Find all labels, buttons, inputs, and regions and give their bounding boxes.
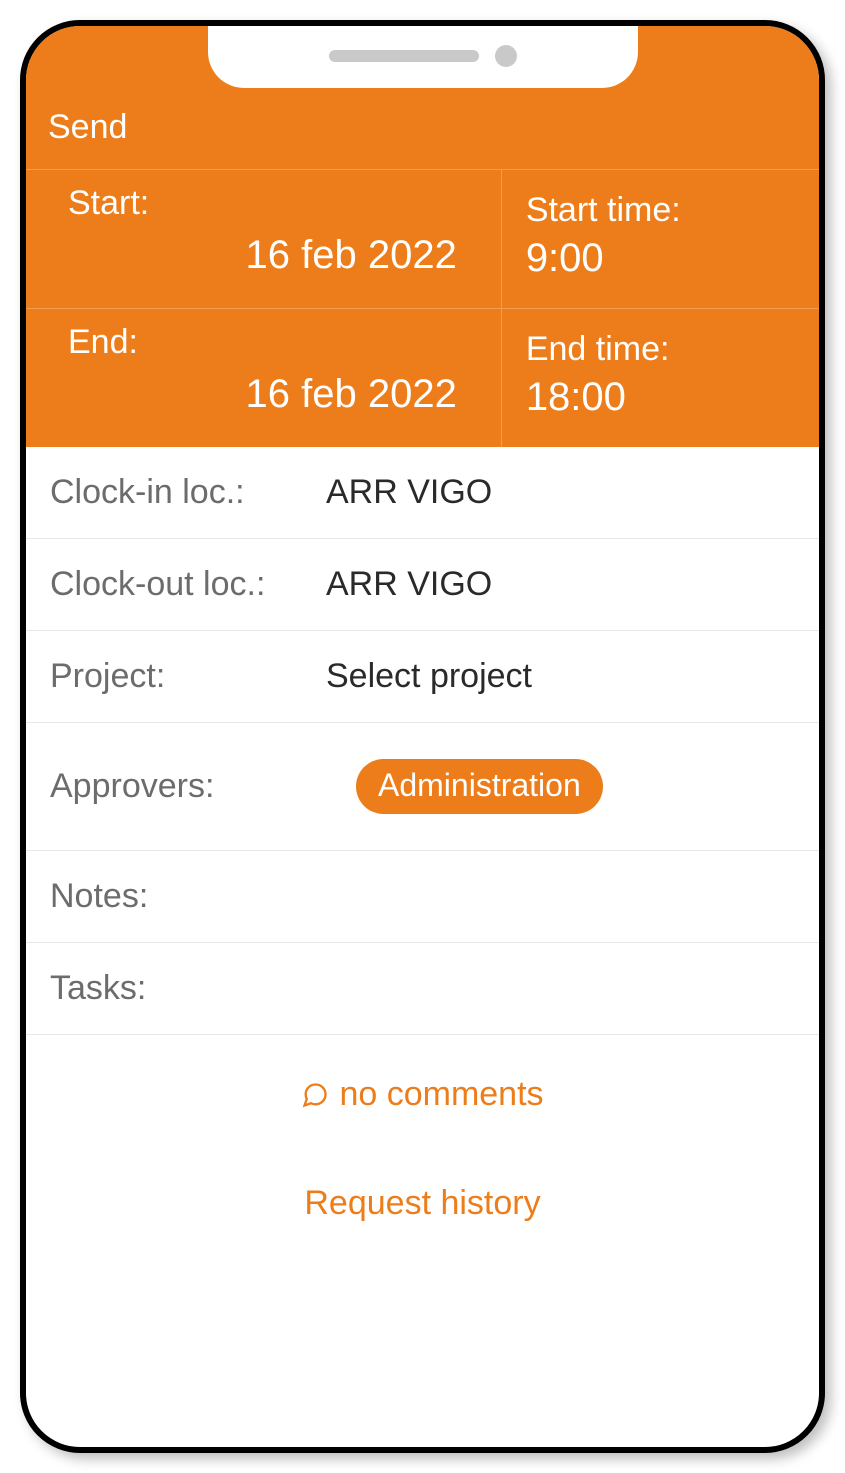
comments-link[interactable]: no comments	[301, 1075, 543, 1114]
bottom-actions: no comments Request history	[26, 1035, 819, 1263]
time-grid: Start: 16 feb 2022 Start time: 9:00 End:…	[26, 169, 819, 447]
start-date-value: 16 feb 2022	[50, 233, 477, 278]
clock-out-row[interactable]: Clock-out loc.: ARR VIGO	[26, 539, 819, 631]
project-row[interactable]: Project: Select project	[26, 631, 819, 723]
notes-row[interactable]: Notes:	[26, 851, 819, 943]
start-time-cell[interactable]: Start time: 9:00	[502, 170, 819, 308]
comment-icon	[301, 1081, 329, 1109]
end-date-cell[interactable]: End: 16 feb 2022	[26, 309, 502, 447]
notes-label: Notes:	[50, 877, 320, 916]
project-value: Select project	[320, 657, 795, 696]
approver-chip[interactable]: Administration	[356, 759, 603, 814]
form-header: Send Start: 16 feb 2022 Start time: 9:00…	[26, 26, 819, 447]
clock-out-label: Clock-out loc.:	[50, 565, 320, 604]
speaker-slit	[329, 50, 479, 62]
start-time-value: 9:00	[526, 236, 795, 281]
approvers-label: Approvers:	[50, 767, 320, 806]
send-button[interactable]: Send	[26, 102, 819, 169]
form-body: Clock-in loc.: ARR VIGO Clock-out loc.: …	[26, 447, 819, 1035]
tasks-label: Tasks:	[50, 969, 146, 1008]
end-time-cell[interactable]: End time: 18:00	[502, 309, 819, 447]
clock-out-value: ARR VIGO	[320, 565, 795, 604]
tasks-row[interactable]: Tasks:	[26, 943, 819, 1035]
end-time-label: End time:	[526, 330, 795, 369]
start-row: Start: 16 feb 2022 Start time: 9:00	[26, 169, 819, 308]
clock-in-label: Clock-in loc.:	[50, 473, 320, 512]
device-frame: Send Start: 16 feb 2022 Start time: 9:00…	[20, 20, 825, 1453]
device-notch	[208, 24, 638, 88]
request-history-link[interactable]: Request history	[304, 1184, 540, 1223]
clock-in-row[interactable]: Clock-in loc.: ARR VIGO	[26, 447, 819, 539]
approvers-row[interactable]: Approvers: Administration	[26, 723, 819, 851]
start-date-cell[interactable]: Start: 16 feb 2022	[26, 170, 502, 308]
comments-text: no comments	[339, 1075, 543, 1114]
start-time-label: Start time:	[526, 191, 795, 230]
end-date-label: End:	[50, 323, 477, 362]
start-date-label: Start:	[50, 184, 477, 223]
front-camera	[495, 45, 517, 67]
project-label: Project:	[50, 657, 320, 696]
clock-in-value: ARR VIGO	[320, 473, 795, 512]
end-time-value: 18:00	[526, 375, 795, 420]
end-date-value: 16 feb 2022	[50, 372, 477, 417]
end-row: End: 16 feb 2022 End time: 18:00	[26, 308, 819, 447]
approvers-value: Administration	[320, 759, 795, 814]
